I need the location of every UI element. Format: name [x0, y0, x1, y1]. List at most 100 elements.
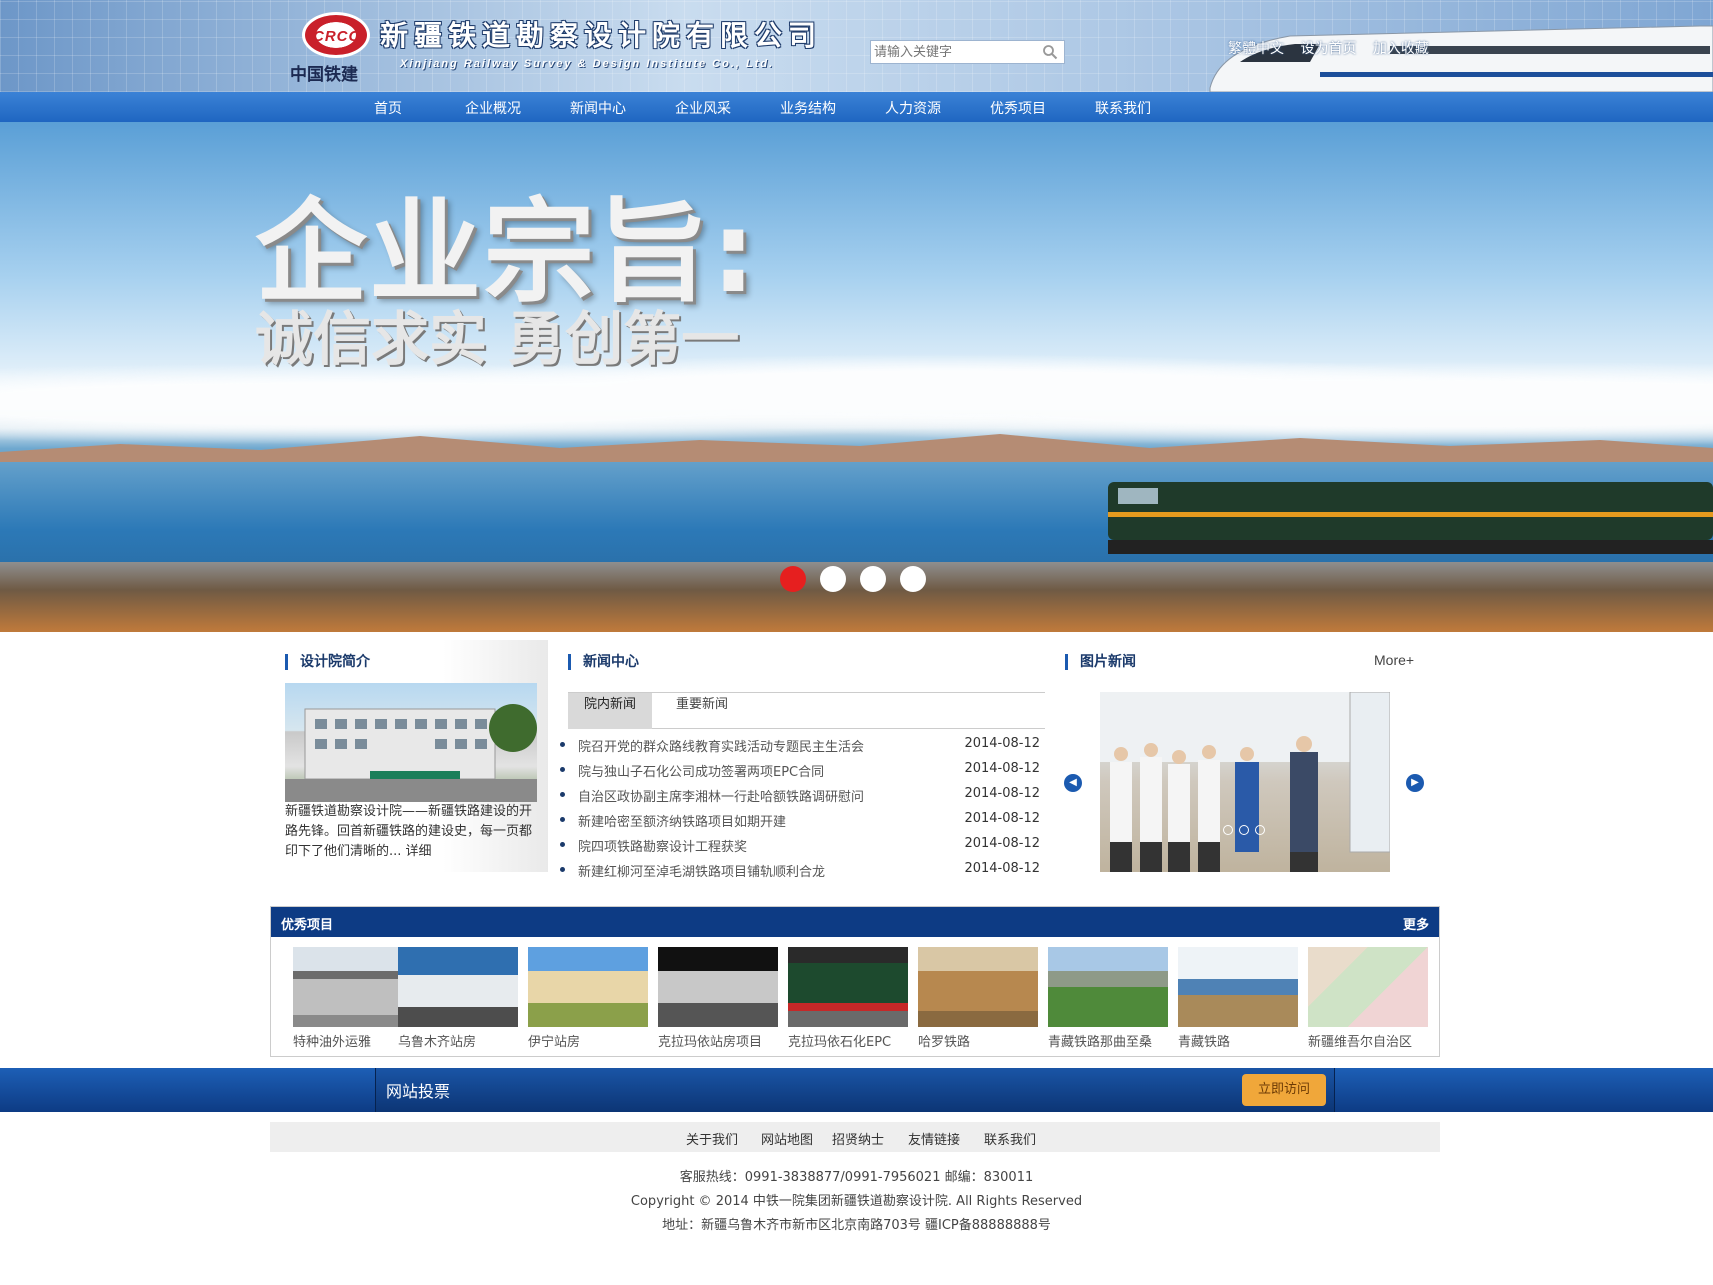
news-item: 院四项铁路勘察设计工程获奖 2014-08-12: [560, 834, 1040, 859]
project-item[interactable]: 乌鲁木齐站房: [398, 947, 518, 1050]
projects-more-link[interactable]: 更多: [1403, 914, 1429, 933]
arrow-left-icon[interactable]: ◀: [1064, 774, 1082, 792]
bullet-icon: [560, 842, 565, 847]
news-item-date: 2014-08-12: [964, 861, 1040, 876]
site-header: CRCC 中国铁建 新疆铁道勘察设计院有限公司 Xinjiang Railway…: [0, 0, 1713, 92]
projects-panel: 优秀项目 更多 特种油外运雅 乌鲁木齐站房 伊宁站房 克拉玛依站房项目 克拉玛依…: [270, 906, 1440, 1057]
about-title: 设计院简介: [285, 654, 370, 670]
project-item[interactable]: 伊宁站房: [528, 947, 648, 1050]
news-item-title[interactable]: 院与独山子石化公司成功签署两项EPC合同: [578, 761, 824, 780]
news-item: 自治区政协副主席李湘林一行赴哈额铁路调研慰问 2014-08-12: [560, 784, 1040, 809]
arrow-right-icon[interactable]: ▶: [1406, 774, 1424, 792]
hero-banner: 企业宗旨: 诚信求实 勇创第一: [0, 122, 1713, 632]
nav-business-structure[interactable]: 业务结构: [780, 98, 836, 118]
banner-dot-4[interactable]: [900, 566, 926, 592]
nav-excellent-projects[interactable]: 优秀项目: [990, 98, 1046, 118]
pic-news-image[interactable]: [1100, 692, 1390, 872]
news-item-title[interactable]: 院四项铁路勘察设计工程获奖: [578, 836, 747, 855]
footer-link-careers[interactable]: 招贤纳士: [832, 1129, 884, 1148]
news-item: 新建红柳河至淖毛湖铁路项目铺轨顺利合龙 2014-08-12: [560, 859, 1040, 884]
main-nav: 首页 企业概况 新闻中心 企业风采 业务结构 人力资源 优秀项目 联系我们: [0, 92, 1713, 122]
about-text[interactable]: 新疆铁道勘察设计院——新疆铁路建设的开路先锋。回首新疆铁路的建设史，每一页都印下…: [285, 802, 540, 862]
footer-address: 地址：新疆乌鲁木齐市新市区北京南路703号 疆ICP备88888888号: [662, 1218, 1051, 1233]
news-item: 院召开党的群众路线教育实践活动专题民主生活会 2014-08-12: [560, 734, 1040, 759]
news-item-title[interactable]: 新建红柳河至淖毛湖铁路项目铺轨顺利合龙: [578, 861, 825, 880]
news-item-date: 2014-08-12: [964, 786, 1040, 801]
tab-internal-news[interactable]: 院内新闻: [568, 693, 653, 729]
project-caption: 克拉玛依站房项目: [658, 1035, 763, 1050]
nav-news-center[interactable]: 新闻中心: [570, 98, 626, 118]
news-item-title[interactable]: 自治区政协副主席李湘林一行赴哈额铁路调研慰问: [578, 786, 864, 805]
visit-now-button[interactable]: 立即访问: [1242, 1074, 1326, 1106]
news-item-title[interactable]: 新建哈密至额济纳铁路项目如期开建: [578, 811, 786, 830]
nav-human-resources[interactable]: 人力资源: [885, 98, 941, 118]
search-box: [870, 40, 1065, 64]
project-item[interactable]: 新疆维吾尔自治区: [1308, 947, 1428, 1050]
vote-title: 网站投票: [386, 1082, 451, 1101]
project-item[interactable]: 克拉玛依石化EPC: [788, 947, 908, 1050]
top-links: 繁體中文 设为首页 加入收藏: [1228, 38, 1441, 58]
project-thumbnail: [918, 947, 1038, 1027]
pic-news-dot-1[interactable]: [1223, 825, 1233, 835]
footer-link-contact[interactable]: 联系我们: [984, 1129, 1036, 1148]
pic-news-dot-3[interactable]: [1255, 825, 1265, 835]
link-set-homepage[interactable]: 设为首页: [1300, 41, 1356, 57]
search-icon[interactable]: [1042, 44, 1058, 60]
news-item-date: 2014-08-12: [964, 836, 1040, 851]
pic-news-title: 图片新闻: [1065, 654, 1136, 670]
project-thumbnail: [293, 947, 413, 1027]
logo-text: 中国铁建: [290, 65, 358, 85]
about-building-image[interactable]: [285, 683, 537, 802]
pic-news-more-link[interactable]: More+: [1374, 652, 1414, 668]
banner-dot-2[interactable]: [820, 566, 846, 592]
footer-hotline: 客服热线：0991-3838877/0991-7956021 邮编：830011: [679, 1170, 1034, 1185]
link-add-favorites[interactable]: 加入收藏: [1373, 41, 1429, 57]
footer-link-sitemap[interactable]: 网站地图: [761, 1129, 813, 1148]
news-item-date: 2014-08-12: [964, 811, 1040, 826]
news-title: 新闻中心: [568, 654, 639, 670]
project-item[interactable]: 克拉玛依站房项目: [658, 947, 778, 1050]
projects-title: 优秀项目: [281, 918, 334, 933]
project-item[interactable]: 特种油外运雅: [293, 947, 413, 1050]
news-item: 新建哈密至额济纳铁路项目如期开建 2014-08-12: [560, 809, 1040, 834]
project-item[interactable]: 青藏铁路: [1178, 947, 1298, 1050]
news-tabs: 院内新闻 重要新闻: [568, 692, 1045, 729]
banner-subtitle: 诚信求实 勇创第一: [255, 305, 740, 373]
nav-company-overview[interactable]: 企业概况: [465, 98, 521, 118]
project-thumbnail: [398, 947, 518, 1027]
footer-copyright: Copyright © 2014 中铁一院集团新疆铁道勘察设计院. All Ri…: [630, 1194, 1083, 1209]
bullet-icon: [560, 742, 565, 747]
project-thumbnail: [1048, 947, 1168, 1027]
project-item[interactable]: 哈罗铁路: [918, 947, 1038, 1050]
news-item-title[interactable]: 院召开党的群众路线教育实践活动专题民主生活会: [578, 736, 864, 755]
bullet-icon: [560, 792, 565, 797]
project-caption: 克拉玛依石化EPC: [788, 1035, 892, 1050]
tab-important-news[interactable]: 重要新闻: [660, 693, 744, 729]
news-item-date: 2014-08-12: [964, 761, 1040, 776]
footer-link-friend-links[interactable]: 友情链接: [908, 1129, 960, 1148]
pic-news-dot-2[interactable]: [1239, 825, 1249, 835]
bullet-icon: [560, 767, 565, 772]
banner-mountains: [0, 434, 1713, 462]
project-thumbnail: [788, 947, 908, 1027]
project-caption: 特种油外运雅: [293, 1035, 372, 1050]
logo[interactable]: CRCC 中国铁建: [290, 12, 380, 85]
nav-home[interactable]: 首页: [374, 98, 402, 118]
project-item[interactable]: 青藏铁路那曲至桑: [1048, 947, 1168, 1050]
search-input[interactable]: [871, 41, 1036, 64]
link-traditional-chinese[interactable]: 繁體中文: [1228, 41, 1284, 57]
project-thumbnail: [528, 947, 648, 1027]
project-caption: 乌鲁木齐站房: [398, 1035, 477, 1050]
nav-corporate-style[interactable]: 企业风采: [675, 98, 731, 118]
project-caption: 伊宁站房: [528, 1035, 581, 1050]
footer-link-about[interactable]: 关于我们: [686, 1129, 738, 1148]
project-thumbnail: [658, 947, 778, 1027]
nav-contact-us[interactable]: 联系我们: [1095, 98, 1151, 118]
banner-dot-1[interactable]: [780, 566, 806, 592]
vote-bar: 网站投票 立即访问: [0, 1068, 1713, 1112]
bullet-icon: [560, 817, 565, 822]
banner-dot-3[interactable]: [860, 566, 886, 592]
projects-header-bar: 优秀项目 更多: [271, 907, 1439, 937]
company-name-cn: 新疆铁道勘察设计院有限公司: [380, 19, 823, 52]
footer-nav: 关于我们 网站地图 招贤纳士 友情链接 联系我们: [270, 1122, 1440, 1152]
